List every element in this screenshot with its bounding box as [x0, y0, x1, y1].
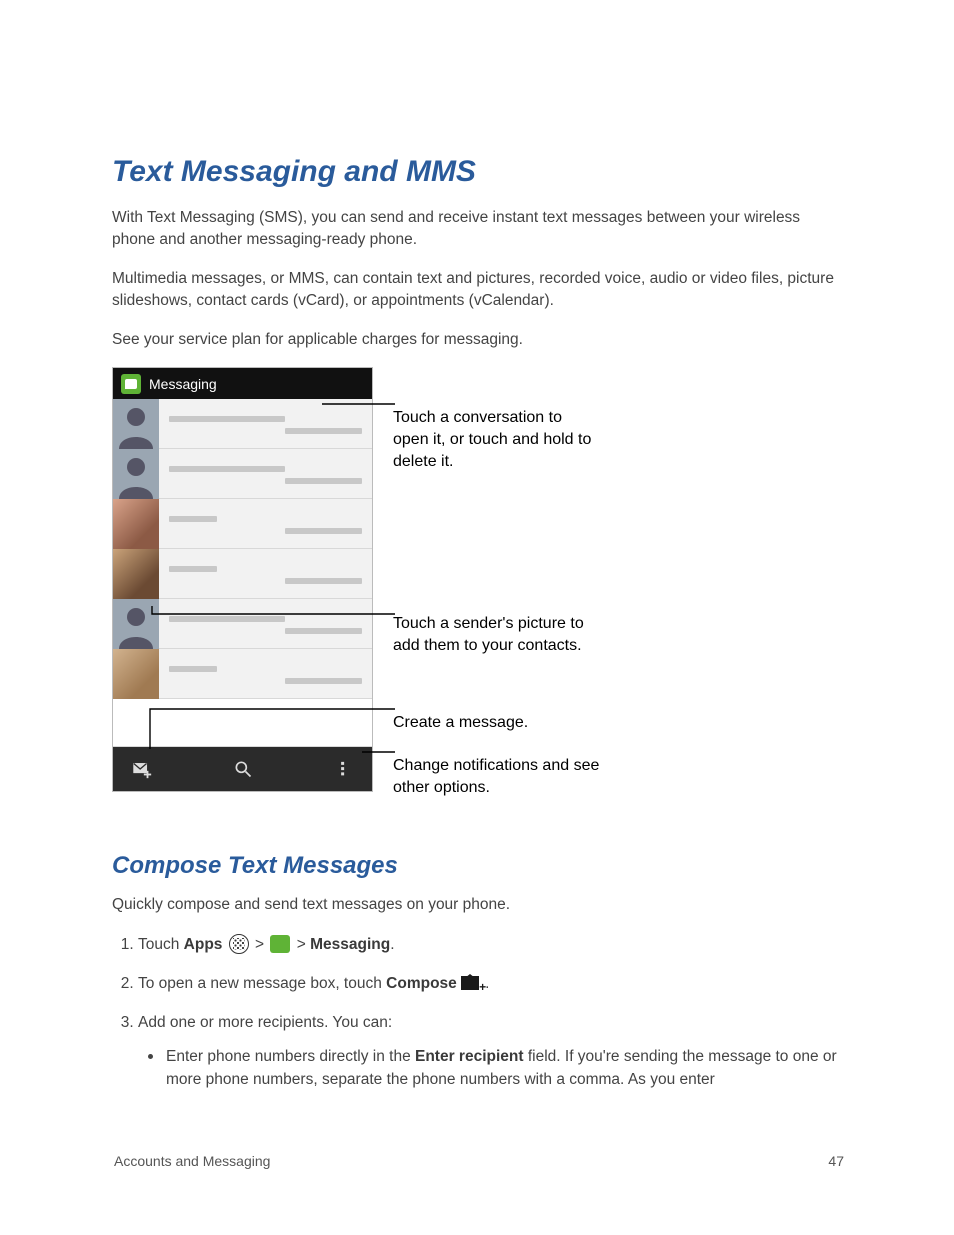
conversation-preview — [159, 399, 372, 448]
phone-app-title: Messaging — [149, 376, 217, 392]
step-3-bullet: Enter phone numbers directly in the Ente… — [166, 1045, 846, 1092]
intro-paragraph-2: Multimedia messages, or MMS, can contain… — [112, 268, 846, 313]
steps-list: Touch Apps > > Messaging. To open a new … — [112, 933, 846, 1091]
apps-grid-icon — [229, 934, 249, 954]
avatar-photo[interactable] — [113, 499, 159, 549]
avatar-placeholder-icon[interactable] — [113, 449, 159, 499]
messaging-app-icon — [121, 374, 141, 394]
phone-titlebar: Messaging — [113, 368, 372, 399]
footer-section: Accounts and Messaging — [114, 1153, 270, 1169]
sub-intro: Quickly compose and send text messages o… — [112, 894, 846, 916]
step-2: To open a new message box, touch Compose… — [138, 972, 846, 995]
conversation-row[interactable] — [113, 549, 372, 599]
conversation-row[interactable] — [113, 449, 372, 499]
phone-action-bar — [113, 747, 372, 791]
callout-conversation: Touch a conversation to open it, or touc… — [393, 407, 593, 472]
avatar-photo[interactable] — [113, 649, 159, 699]
step-3: Add one or more recipients. You can: Ent… — [138, 1011, 846, 1091]
conversation-row[interactable] — [113, 649, 372, 699]
conversation-row[interactable] — [113, 599, 372, 649]
overflow-menu-icon[interactable] — [332, 758, 354, 780]
compose-icon[interactable] — [131, 758, 153, 780]
subheading: Compose Text Messages — [112, 852, 846, 880]
page-footer: Accounts and Messaging 47 — [114, 1153, 844, 1169]
search-icon[interactable] — [232, 758, 254, 780]
callout-notifications: Change notifications and see other optio… — [393, 755, 613, 798]
empty-area — [113, 699, 372, 747]
callout-sender-picture: Touch a sender's picture to add them to … — [393, 613, 603, 656]
conversation-row[interactable] — [113, 399, 372, 449]
intro-paragraph-1: With Text Messaging (SMS), you can send … — [112, 207, 846, 252]
avatar-placeholder-icon[interactable] — [113, 599, 159, 649]
compose-inline-icon: + — [461, 974, 485, 994]
phone-mock: Messaging — [112, 367, 373, 792]
callout-column: Touch a conversation to open it, or touc… — [393, 367, 653, 792]
conversation-row[interactable] — [113, 499, 372, 549]
avatar-photo[interactable] — [113, 549, 159, 599]
intro-paragraph-3: See your service plan for applicable cha… — [112, 329, 846, 351]
conversation-list — [113, 399, 372, 747]
callout-create-message: Create a message. — [393, 712, 603, 734]
footer-page-number: 47 — [828, 1153, 844, 1169]
avatar-placeholder-icon[interactable] — [113, 399, 159, 449]
figure: Messaging — [112, 367, 846, 792]
step-1: Touch Apps > > Messaging. — [138, 933, 846, 956]
page-heading: Text Messaging and MMS — [112, 155, 846, 189]
messaging-mini-icon — [270, 935, 290, 953]
